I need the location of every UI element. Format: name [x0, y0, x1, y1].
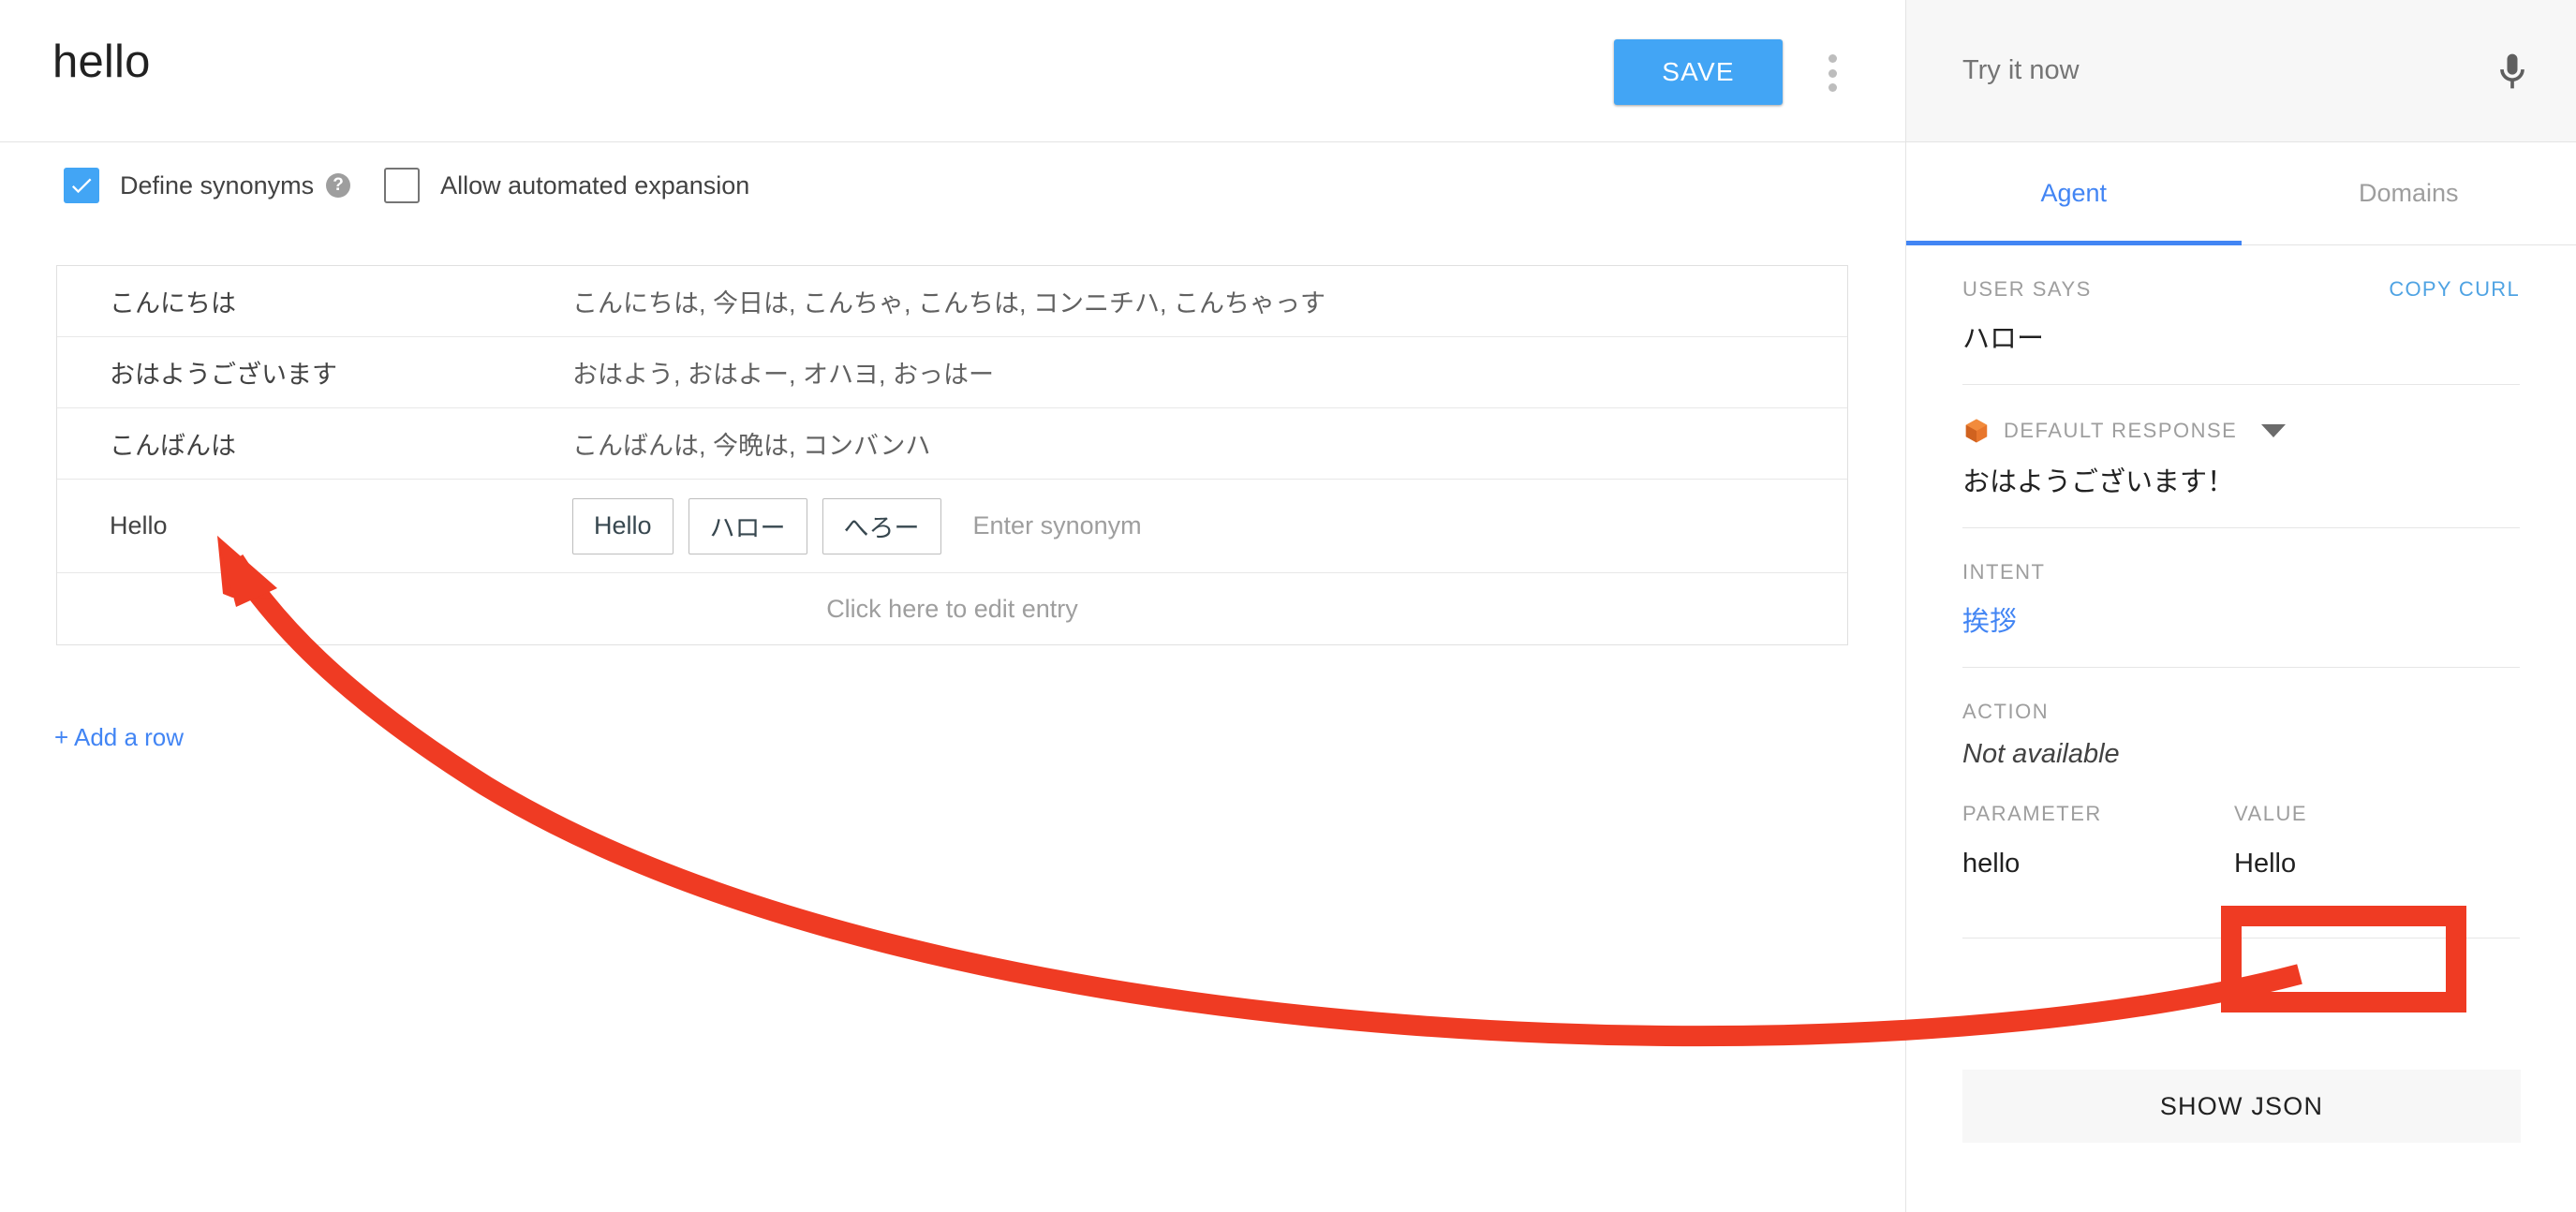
row-values: おはよう, おはよー, オハヨ, おっはー	[572, 361, 995, 389]
parameter-label: PARAMETER	[1962, 802, 2102, 825]
orange-cube-icon	[1965, 419, 1988, 443]
kebab-dot	[1828, 83, 1837, 92]
allow-expansion-checkbox[interactable]	[384, 168, 421, 203]
show-json-button[interactable]: SHOW JSON	[1962, 1070, 2521, 1143]
define-synonyms-option[interactable]: Define synonyms ?	[64, 168, 351, 203]
top-bar: hello SAVE	[0, 0, 1905, 142]
copy-curl-button[interactable]: COPY CURL	[2389, 277, 2520, 302]
table-row-editing[interactable]: Hello Hello ハロー へろー Enter synonym	[57, 480, 1847, 573]
define-synonyms-checkbox[interactable]	[64, 168, 99, 203]
parameter-column: PARAMETER hello	[1962, 802, 2234, 879]
kebab-dot	[1828, 54, 1837, 63]
parameter-name: hello	[1962, 849, 2021, 879]
check-icon	[71, 178, 92, 194]
try-it-now-input[interactable]	[1962, 55, 2375, 86]
row-key: おはようございます	[110, 361, 337, 389]
page-title: hello	[52, 37, 151, 87]
row-synonym-chips: Hello ハロー へろー Enter synonym	[572, 497, 1847, 554]
value-column: VALUE Hello	[2234, 802, 2520, 879]
app-root: hello SAVE Define synonyms ? Allow autom…	[0, 0, 2576, 1212]
user-says-value: ハロー	[1962, 324, 2045, 354]
help-icon[interactable]: ?	[326, 173, 351, 198]
microphone-icon[interactable]	[2492, 49, 2533, 94]
default-response-header: DEFAULT RESPONSE	[1962, 385, 2520, 445]
action-label: ACTION	[1962, 700, 2050, 723]
synonym-chip[interactable]: ハロー	[688, 497, 807, 554]
chevron-down-icon[interactable]	[2261, 424, 2287, 437]
default-response-value: おはようございます！	[1962, 467, 2235, 497]
value-label: VALUE	[2234, 802, 2308, 825]
table-row[interactable]: こんばんは こんばんは, 今晩は, コンバンハ	[57, 408, 1847, 480]
intent-label: INTENT	[1962, 560, 2046, 584]
action-header: ACTION	[1962, 668, 2520, 724]
default-response-label-group: DEFAULT RESPONSE	[1962, 417, 2287, 445]
synonym-chip[interactable]: Hello	[572, 497, 674, 554]
intent-value[interactable]: 挨拶	[1962, 584, 2520, 639]
user-says-label: USER SAYS	[1962, 277, 2092, 301]
row-key: Hello	[110, 511, 168, 539]
kebab-menu-icon[interactable]	[1815, 54, 1849, 92]
try-it-now-header	[1906, 0, 2576, 142]
parameters-section: PARAMETER hello VALUE Hello	[1906, 770, 2576, 879]
parameter-value: Hello	[2234, 849, 2297, 879]
edit-entry-hint: Click here to edit entry	[826, 594, 1078, 623]
row-values: こんばんは, 今晩は, コンバンハ	[572, 432, 931, 460]
default-response-section: DEFAULT RESPONSE おはようございます！	[1906, 385, 2576, 499]
row-key: こんばんは	[110, 432, 236, 460]
add-row-link[interactable]: + Add a row	[54, 723, 184, 752]
divider	[1962, 938, 2520, 939]
user-says-section: USER SAYS COPY CURL ハロー	[1906, 245, 2576, 356]
try-it-now-pane: Agent Domains USER SAYS COPY CURL ハロー DE…	[1905, 0, 2576, 1212]
tab-agent[interactable]: Agent	[1906, 142, 2242, 245]
action-section: ACTION Not available	[1906, 668, 2576, 770]
synonym-input[interactable]: Enter synonym	[956, 511, 1142, 540]
synonym-chip[interactable]: へろー	[822, 497, 941, 554]
side-panel-tabs: Agent Domains	[1906, 142, 2576, 245]
allow-expansion-label: Allow automated expansion	[440, 170, 750, 200]
row-key: こんにちは	[110, 289, 236, 318]
intent-header: INTENT	[1962, 528, 2520, 584]
save-button[interactable]: SAVE	[1614, 39, 1783, 105]
action-value: Not available	[1962, 739, 2120, 769]
user-says-header: USER SAYS COPY CURL	[1962, 245, 2520, 302]
tab-domains[interactable]: Domains	[2242, 142, 2576, 244]
options-row: Define synonyms ? Allow automated expans…	[0, 142, 1905, 229]
kebab-dot	[1828, 68, 1837, 78]
synonyms-table: こんにちは こんにちは, 今日は, こんちゃ, こんちは, コンニチハ, こんち…	[56, 265, 1848, 645]
row-values: こんにちは, 今日は, こんちゃ, こんちは, コンニチハ, こんちゃっす	[572, 289, 1326, 318]
intent-section: INTENT 挨拶	[1906, 528, 2576, 639]
define-synonyms-label: Define synonyms	[120, 170, 315, 200]
default-response-label: DEFAULT RESPONSE	[2004, 419, 2238, 442]
table-row[interactable]: こんにちは こんにちは, 今日は, こんちゃ, こんちは, コンニチハ, こんち…	[57, 266, 1847, 337]
parameters-header: PARAMETER hello VALUE Hello	[1962, 770, 2520, 879]
table-row[interactable]: おはようございます おはよう, おはよー, オハヨ, おっはー	[57, 337, 1847, 408]
main-pane: hello SAVE Define synonyms ? Allow autom…	[0, 0, 1905, 1212]
allow-expansion-option[interactable]: Allow automated expansion	[384, 168, 749, 203]
table-row-edit-hint[interactable]: Click here to edit entry	[57, 573, 1847, 644]
